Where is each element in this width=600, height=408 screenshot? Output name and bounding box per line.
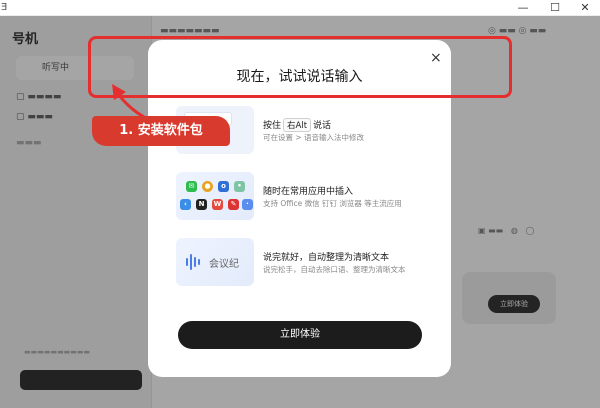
feature-apps: ✉ ● o • ‹ N W ✎ · 随时在常用应用中插入 支持 Office 微… xyxy=(176,172,436,220)
maximize-button[interactable]: ☐ xyxy=(540,0,570,16)
hotkey-badge: 右Alt xyxy=(283,118,312,132)
outlook-icon: o xyxy=(218,181,229,192)
notion-icon: N xyxy=(196,199,207,210)
thumbnail-text: 会议纪 xyxy=(209,259,239,270)
transcript-thumbnail: 会议纪 xyxy=(176,238,254,286)
app-icon: Ǝ xyxy=(1,2,8,13)
try-now-button[interactable]: 立即体验 xyxy=(178,321,422,349)
minimize-button[interactable]: — xyxy=(508,0,538,16)
wps-icon: W xyxy=(212,199,223,210)
close-window-button[interactable]: ✕ xyxy=(570,0,600,16)
feature-heading: 按住 右Alt 说话 xyxy=(263,118,331,132)
chrome-icon: ● xyxy=(202,181,213,192)
annotation-label: 1. 安装软件包 xyxy=(92,116,230,146)
wechat-icon: ✉ xyxy=(186,181,197,192)
vscode-icon: ‹ xyxy=(180,199,191,210)
window-titlebar: Ǝ — ☐ ✕ xyxy=(0,0,600,16)
feature-heading: 说完就好，自动整理为清晰文本 xyxy=(263,253,390,263)
annotation-highlight-box xyxy=(88,36,512,98)
feature-description: 说完松手，自动去除口语、整理为清晰文本 xyxy=(263,265,406,274)
doc-icon: ✎ xyxy=(228,199,239,210)
app-icon: • xyxy=(234,181,245,192)
feature-auto-organize: 会议纪 说完就好，自动整理为清晰文本 说完松手，自动去除口语、整理为清晰文本 xyxy=(176,238,436,286)
feature-heading: 随时在常用应用中插入 xyxy=(263,187,354,197)
apps-thumbnail: ✉ ● o • ‹ N W ✎ · xyxy=(176,172,254,220)
feature-description: 支持 Office 微信 钉钉 浏览器 等主流应用 xyxy=(263,199,402,208)
app-icon: · xyxy=(242,199,253,210)
feature-description: 可在设置 > 语音输入法中修改 xyxy=(263,133,365,142)
